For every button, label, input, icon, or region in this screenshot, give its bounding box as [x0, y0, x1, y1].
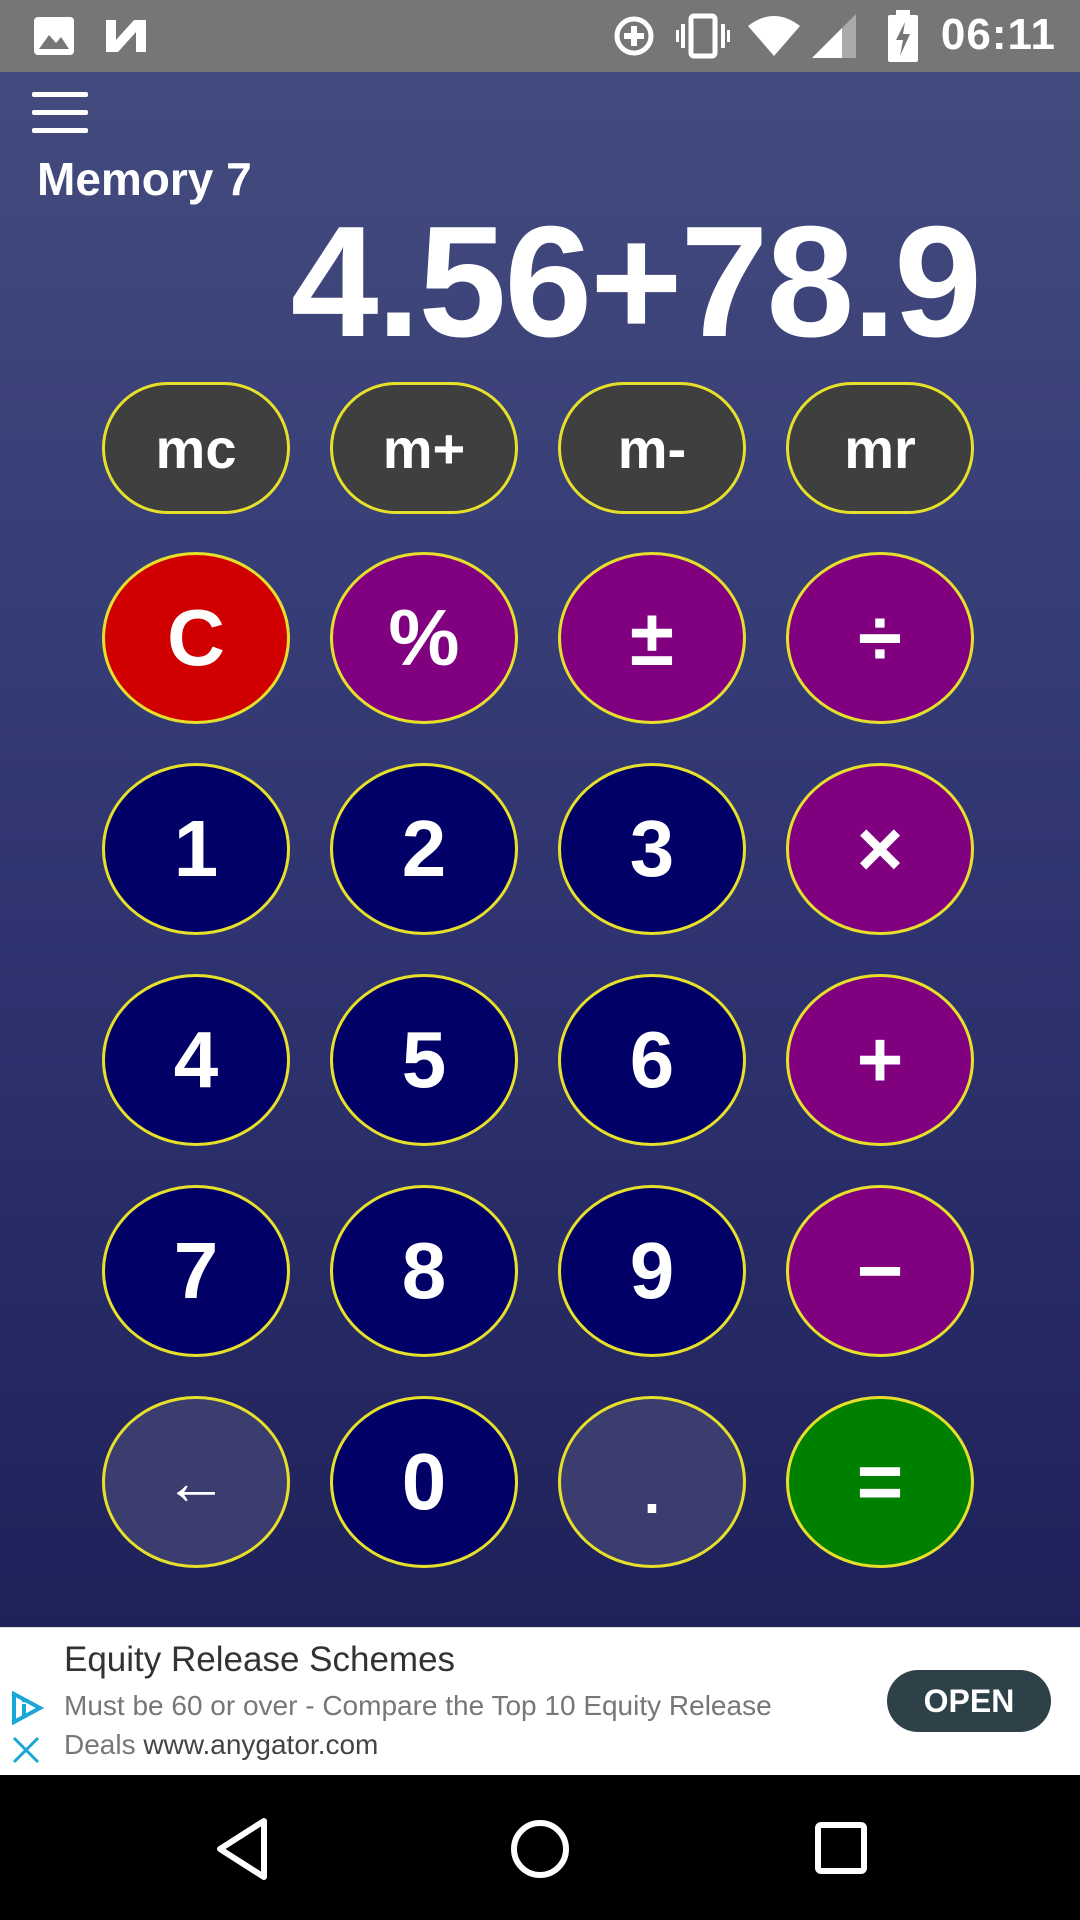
divide-button[interactable]: ÷	[786, 552, 974, 724]
battery-charging-icon	[888, 10, 918, 62]
ad-url[interactable]: www.anygator.com	[143, 1729, 378, 1760]
ad-title[interactable]: Equity Release Schemes	[64, 1640, 455, 1680]
signal-icon	[812, 14, 856, 58]
ad-body: Must be 60 or over - Compare the Top 10 …	[64, 1686, 824, 1764]
mr-button[interactable]: mr	[786, 382, 974, 514]
ad-choices-icon[interactable]	[8, 1690, 44, 1726]
memory-label: Memory 7	[37, 153, 252, 205]
clock: 06:11	[940, 10, 1056, 59]
n-logo-icon	[106, 20, 146, 52]
m-plus-button[interactable]: m+	[330, 382, 518, 514]
data-saver-icon	[614, 16, 654, 56]
vibrate-icon	[676, 13, 730, 59]
back-triangle-icon[interactable]	[212, 1813, 272, 1885]
clear-button[interactable]: C	[102, 552, 290, 724]
multiply-button[interactable]: ×	[786, 763, 974, 935]
plus-minus-button[interactable]: ±	[558, 552, 746, 724]
subtract-button[interactable]: −	[786, 1185, 974, 1357]
hamburger-menu-icon[interactable]	[32, 92, 88, 136]
digit-6-button[interactable]: 6	[558, 974, 746, 1146]
percent-button[interactable]: %	[330, 552, 518, 724]
calculator-app: Memory 7 4.56+78.9 mc m+ m-mr C% ± ÷ 1 2 3 × 4 5 6 +…	[0, 72, 1080, 1627]
digit-9-button[interactable]: 9	[558, 1185, 746, 1357]
gallery-icon	[34, 17, 74, 55]
navigation-bar	[0, 1775, 1080, 1920]
equals-button[interactable]: =	[786, 1396, 974, 1568]
m-minus-button[interactable]: m-	[558, 382, 746, 514]
home-circle-icon[interactable]	[508, 1813, 572, 1885]
backspace-button[interactable]: ←	[102, 1396, 290, 1568]
wifi-icon	[748, 16, 800, 56]
mc-button[interactable]: mc	[102, 382, 290, 514]
recents-square-icon[interactable]	[810, 1813, 870, 1885]
digit-2-button[interactable]: 2	[330, 763, 518, 935]
digit-8-button[interactable]: 8	[330, 1185, 518, 1357]
digit-5-button[interactable]: 5	[330, 974, 518, 1146]
ad-banner[interactable]: Equity Release Schemes Must be 60 or ove…	[0, 1627, 1080, 1776]
ad-open-button[interactable]: OPEN	[887, 1670, 1051, 1732]
digit-4-button[interactable]: 4	[102, 974, 290, 1146]
digit-1-button[interactable]: 1	[102, 763, 290, 935]
status-bar: 06:11	[0, 0, 1080, 72]
digit-0-button[interactable]: 0	[330, 1396, 518, 1568]
close-icon[interactable]	[10, 1734, 42, 1766]
add-button[interactable]: +	[786, 974, 974, 1146]
digit-7-button[interactable]: 7	[102, 1185, 290, 1357]
calculator-display: 4.56+78.9	[290, 194, 982, 370]
decimal-button[interactable]: .	[558, 1396, 746, 1568]
digit-3-button[interactable]: 3	[558, 763, 746, 935]
